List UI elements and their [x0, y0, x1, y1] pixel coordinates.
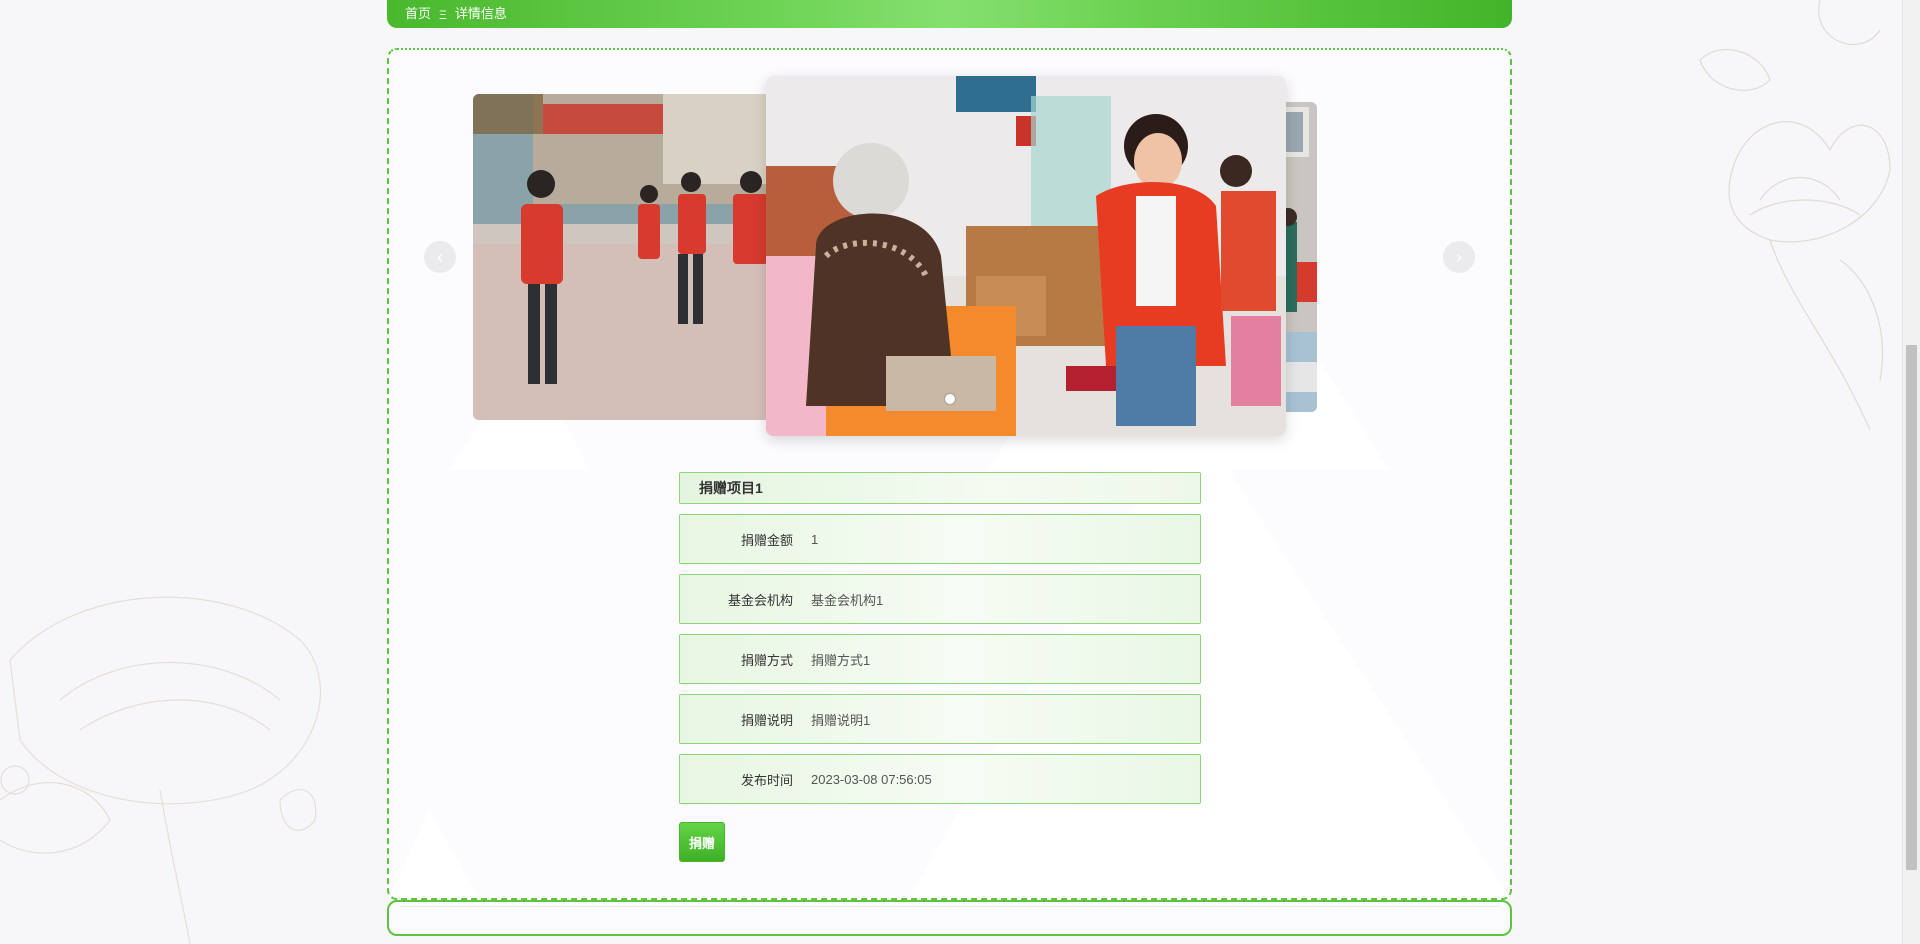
carousel-next-button[interactable]: ›	[1443, 241, 1475, 273]
breadcrumb-separator: Ξ	[439, 8, 447, 22]
breadcrumb-current: 详情信息	[454, 6, 507, 21]
field-value: 2023-03-08 07:56:05	[811, 771, 932, 787]
detail-info: 捐赠项目1 捐赠金额 1 基金会机构 基金会机构1 捐赠方式 捐赠方式1 捐赠说…	[679, 472, 1201, 862]
carousel-prev-button[interactable]: ‹	[424, 241, 456, 273]
elderly-visit-photo	[766, 76, 1286, 436]
field-value: 捐赠方式1	[811, 652, 871, 668]
carousel-slide-active[interactable]	[766, 76, 1286, 436]
breadcrumb: 首页 Ξ 详情信息	[387, 0, 1512, 28]
image-carousel: ‹ ›	[389, 50, 1510, 470]
carousel-slide-prev[interactable]	[473, 94, 773, 420]
chevron-left-icon: ‹	[437, 246, 443, 267]
field-row-amount: 捐赠金额 1	[679, 514, 1201, 564]
volunteers-street-photo	[473, 94, 773, 420]
field-row-description: 捐赠说明 捐赠说明1	[679, 694, 1201, 744]
field-value: 1	[811, 531, 819, 547]
background-flower-decoration-right	[1640, 0, 1900, 440]
donate-button[interactable]: 捐赠	[679, 822, 725, 862]
field-label: 捐赠方式	[740, 652, 793, 668]
breadcrumb-home-link[interactable]: 首页	[405, 3, 431, 22]
field-value: 捐赠说明1	[811, 712, 871, 728]
field-label: 捐赠金额	[740, 532, 793, 548]
field-label: 捐赠说明	[740, 712, 793, 728]
field-row-foundation: 基金会机构 基金会机构1	[679, 574, 1201, 624]
carousel-indicators	[389, 394, 1510, 404]
project-title: 捐赠项目1	[679, 472, 1201, 504]
secondary-panel-inner	[399, 906, 1500, 930]
field-label: 基金会机构	[727, 592, 793, 608]
detail-panel: ‹ › 捐赠项目1 捐赠金额 1 基金会机构 基金会机构1 捐赠方式 捐赠方式1…	[387, 48, 1512, 900]
field-value: 基金会机构1	[811, 592, 884, 608]
field-row-publish-time: 发布时间 2023-03-08 07:56:05	[679, 754, 1201, 804]
field-row-method: 捐赠方式 捐赠方式1	[679, 634, 1201, 684]
background-lotus-decoration-left	[0, 560, 380, 944]
secondary-panel	[387, 900, 1512, 936]
scrollbar-thumb[interactable]	[1906, 345, 1917, 870]
chevron-right-icon: ›	[1456, 246, 1462, 267]
page-scrollbar[interactable]	[1902, 0, 1920, 944]
carousel-indicator-dot[interactable]	[944, 394, 955, 404]
field-label: 发布时间	[740, 772, 793, 788]
